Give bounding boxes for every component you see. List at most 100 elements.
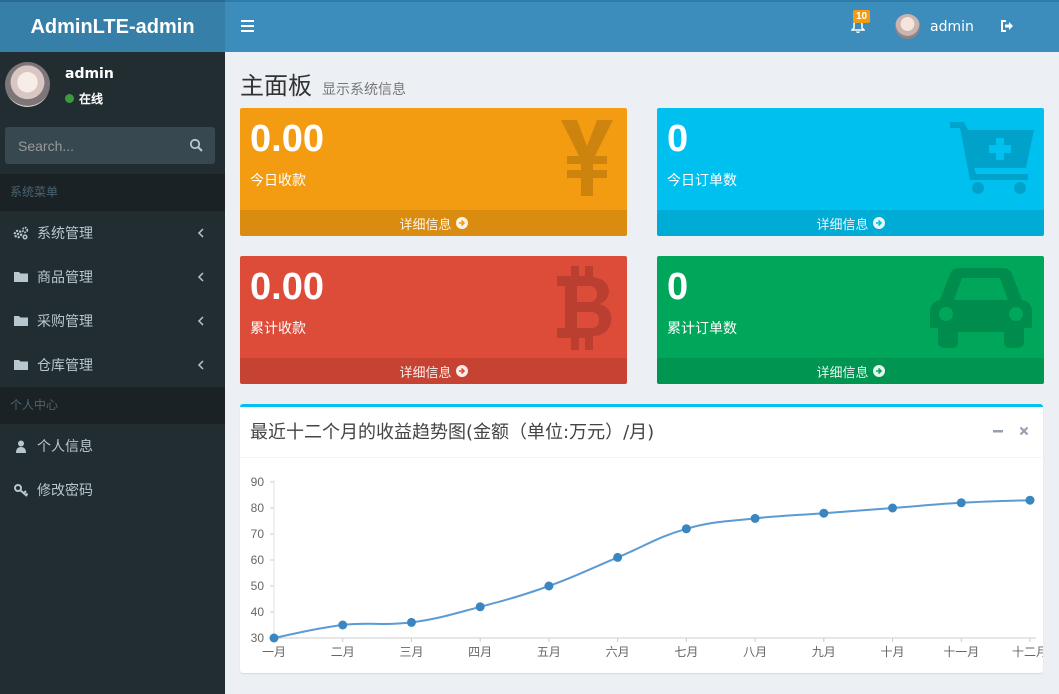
sidebar-item-label: 个人信息 (37, 439, 93, 455)
sidebar-item-warehouse[interactable]: 仓库管理 (0, 343, 225, 387)
sidebar-toggle-button[interactable] (235, 14, 259, 38)
menu-bar-line (240, 20, 254, 22)
online-status-icon (65, 94, 74, 103)
app-logo[interactable]: AdminLTE-admin (0, 0, 225, 52)
chart-divider (240, 457, 1043, 458)
user-menu-button[interactable]: admin (895, 14, 974, 39)
sidebar-item-label: 仓库管理 (37, 358, 93, 374)
stat-box-total-orders: 0 累计订单数 详细信息 (657, 256, 1044, 384)
cart-plus-icon (950, 122, 1034, 194)
sidebar-item-purchasing[interactable]: 采购管理 (0, 299, 225, 343)
stat-box-today-revenue: 0.00 今日收款 详细信息 (240, 108, 627, 236)
user-status: 在线 (65, 90, 103, 107)
stat-value: 0.00 (250, 266, 324, 308)
x-tick-label: 二月 (331, 645, 355, 659)
logo-text: AdminLTE-admin (30, 15, 195, 38)
stat-label: 今日订单数 (667, 173, 737, 189)
notification-count-badge: 10 (853, 10, 871, 23)
y-tick-label: 60 (251, 553, 265, 567)
more-info-label: 详细信息 (399, 365, 452, 381)
data-point (269, 633, 279, 643)
arrow-circle-right-icon (872, 217, 885, 229)
sidebar-item-label: 采购管理 (37, 314, 93, 330)
data-point (406, 617, 416, 627)
revenue-trend-chart-box: 最近十二个月的收益趋势图(金额（单位:万元）/月) 30 40 50 60 70 80 90… (240, 404, 1043, 673)
chart-title: 最近十二个月的收益趋势图(金额（单位:万元）/月) (250, 422, 655, 443)
data-point (1025, 495, 1035, 505)
gears-icon (13, 226, 29, 240)
more-info-label: 详细信息 (816, 365, 869, 381)
x-tick-label: 一月 (262, 645, 286, 659)
data-point (681, 524, 691, 534)
user-status-label: 在线 (79, 92, 104, 106)
search-input[interactable] (5, 127, 175, 164)
sidebar-item-change-password[interactable]: 修改密码 (0, 468, 225, 512)
sidebar-header-system: 系统菜单 (0, 174, 225, 211)
x-tick-label: 九月 (812, 645, 836, 659)
folder-icon (13, 314, 29, 328)
user-icon (13, 439, 29, 453)
sidebar: admin 在线 系统菜单 系统管理 商品管理 采购管理 (0, 52, 225, 694)
y-tick-label: 50 (251, 579, 265, 593)
data-point (475, 602, 485, 612)
x-tick-label: 十一月 (943, 645, 979, 659)
sidebar-item-label: 商品管理 (37, 270, 93, 286)
more-info-link[interactable]: 详细信息 (240, 358, 627, 384)
stat-label: 累计收款 (250, 321, 306, 337)
y-tick-label: 90 (251, 475, 265, 489)
more-info-link[interactable]: 详细信息 (657, 358, 1044, 384)
data-point (819, 508, 829, 518)
sidebar-item-label: 修改密码 (37, 483, 93, 499)
more-info-link[interactable]: 详细信息 (240, 210, 627, 236)
x-tick-label: 七月 (674, 645, 698, 659)
page-title: 主面板 (240, 72, 312, 100)
menu-bar-line (240, 25, 254, 27)
more-info-label: 详细信息 (399, 217, 452, 233)
minus-icon (993, 430, 1003, 433)
arrow-circle-right-icon (872, 365, 885, 377)
close-button[interactable] (1017, 424, 1031, 438)
car-icon (930, 268, 1032, 348)
sign-out-icon[interactable] (1000, 19, 1016, 35)
notifications-button[interactable]: 10 (847, 10, 871, 40)
arrow-circle-right-icon (455, 365, 468, 377)
collapse-button[interactable] (991, 424, 1005, 438)
bitcoin-icon (557, 266, 612, 350)
chevron-left-icon (197, 316, 204, 326)
sidebar-item-profile[interactable]: 个人信息 (0, 424, 225, 468)
x-tick-label: 六月 (606, 645, 630, 659)
stat-label: 今日收款 (250, 173, 306, 189)
sidebar-item-system[interactable]: 系统管理 (0, 211, 225, 255)
x-tick-label: 三月 (399, 645, 423, 659)
stat-box-today-orders: 0 今日订单数 详细信息 (657, 108, 1044, 236)
x-tick-label: 四月 (468, 645, 492, 659)
top-navbar: 10 admin (225, 0, 1059, 52)
folder-icon (13, 270, 29, 284)
more-info-label: 详细信息 (816, 217, 869, 233)
arrow-circle-right-icon (455, 217, 468, 229)
revenue-line-chart: 30 40 50 60 70 80 90 一月 二月 三月 四月 五月 六月 七月 八月 九月 十月 十一月 十二月 (251, 475, 1043, 659)
chevron-left-icon (197, 228, 204, 238)
avatar (5, 62, 50, 107)
search-icon[interactable] (189, 138, 203, 152)
chevron-left-icon (197, 360, 204, 370)
content-header: 主面板 显示系统信息 (240, 66, 406, 101)
stat-box-total-revenue: 0.00 累计收款 详细信息 (240, 256, 627, 384)
user-panel: admin 在线 (0, 52, 225, 124)
chevron-left-icon (197, 272, 204, 282)
stat-value: 0 (667, 266, 689, 308)
data-point (750, 513, 760, 523)
y-tick-label: 40 (251, 605, 265, 619)
more-info-link[interactable]: 详细信息 (657, 210, 1044, 236)
x-tick-label: 八月 (743, 645, 767, 659)
yen-icon (561, 120, 613, 196)
sidebar-item-products[interactable]: 商品管理 (0, 255, 225, 299)
x-tick-label: 十二月 (1012, 645, 1043, 659)
x-tick-label: 十月 (881, 645, 905, 659)
key-icon (13, 483, 29, 497)
y-tick-label: 30 (251, 631, 265, 645)
data-point (956, 498, 966, 508)
avatar (895, 14, 920, 39)
series-line (273, 499, 1031, 639)
page-subtitle: 显示系统信息 (322, 82, 406, 98)
